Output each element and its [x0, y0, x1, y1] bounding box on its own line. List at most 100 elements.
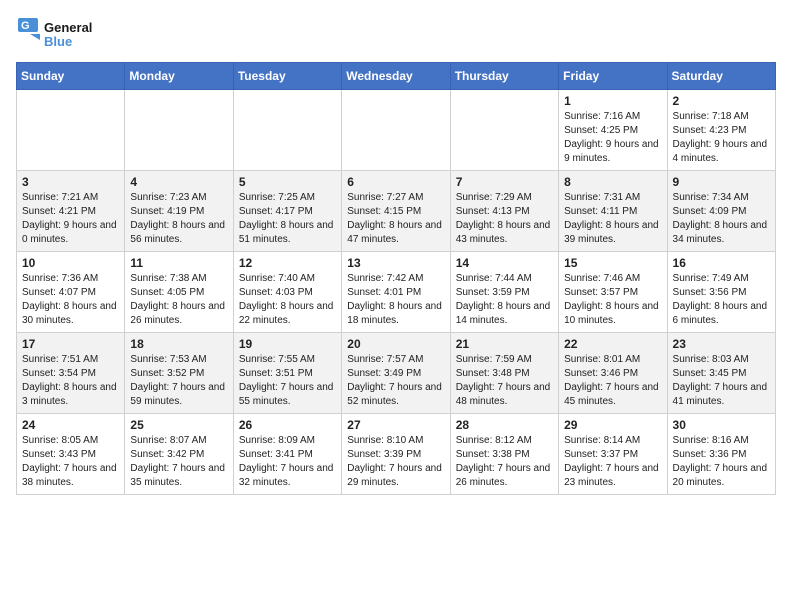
day-cell: 24 Sunrise: 8:05 AM Sunset: 3:43 PM Dayli… — [17, 414, 125, 495]
day-number: 22 — [564, 337, 661, 351]
day-cell — [233, 90, 341, 171]
week-row-2: 3Sunrise: 7:21 AM Sunset: 4:21 PM Daylig… — [17, 171, 776, 252]
page-header: General Blue G — [16, 16, 776, 52]
day-number: 12 — [239, 256, 336, 270]
day-info: Sunrise: 7:23 AM Sunset: 4:19 PM Dayligh… — [130, 191, 227, 247]
day-cell: 25 Sunrise: 8:07 AM Sunset: 3:42 PM Dayli… — [125, 414, 233, 495]
col-header-wednesday: Wednesday — [342, 63, 450, 90]
svg-text:G: G — [21, 20, 30, 32]
day-cell: 30 Sunrise: 8:16 AM Sunset: 3:36 PM Dayli… — [667, 414, 775, 495]
day-cell: 19 Sunrise: 7:55 AM Sunset: 3:51 PM Dayli… — [233, 333, 341, 414]
day-info: Sunrise: 7:31 AM Sunset: 4:11 PM Dayligh… — [564, 191, 661, 247]
day-number: 4 — [130, 175, 227, 189]
day-info: Sunrise: 7:51 AM Sunset: 3:54 PM Dayligh… — [22, 353, 119, 409]
logo-svg: General Blue G — [16, 16, 106, 52]
day-number: 8 — [564, 175, 661, 189]
day-number: 5 — [239, 175, 336, 189]
day-number: 23 — [673, 337, 770, 351]
day-number: 19 — [239, 337, 336, 351]
day-number: 21 — [456, 337, 553, 351]
col-header-saturday: Saturday — [667, 63, 775, 90]
day-cell: 3Sunrise: 7:21 AM Sunset: 4:21 PM Daylig… — [17, 171, 125, 252]
week-row-4: 17Sunrise: 7:51 AM Sunset: 3:54 PM Dayli… — [17, 333, 776, 414]
day-cell: 9 Sunrise: 7:34 AM Sunset: 4:09 PM Daylig… — [667, 171, 775, 252]
week-row-3: 10 Sunrise: 7:36 AM Sunset: 4:07 PM Dayli… — [17, 252, 776, 333]
day-info: Sunrise: 8:16 AM Sunset: 3:36 PM Dayligh… — [673, 434, 770, 490]
day-number: 26 — [239, 418, 336, 432]
day-info: Sunrise: 7:38 AM Sunset: 4:05 PM Dayligh… — [130, 272, 227, 328]
day-number: 13 — [347, 256, 444, 270]
day-info: Sunrise: 8:05 AM Sunset: 3:43 PM Dayligh… — [22, 434, 119, 490]
col-header-tuesday: Tuesday — [233, 63, 341, 90]
day-cell: 12 Sunrise: 7:40 AM Sunset: 4:03 PM Dayli… — [233, 252, 341, 333]
col-header-thursday: Thursday — [450, 63, 558, 90]
day-number: 9 — [673, 175, 770, 189]
day-info: Sunrise: 7:55 AM Sunset: 3:51 PM Dayligh… — [239, 353, 336, 409]
header-row: SundayMondayTuesdayWednesdayThursdayFrid… — [17, 63, 776, 90]
day-number: 6 — [347, 175, 444, 189]
day-number: 11 — [130, 256, 227, 270]
day-cell: 26 Sunrise: 8:09 AM Sunset: 3:41 PM Dayli… — [233, 414, 341, 495]
day-info: Sunrise: 7:44 AM Sunset: 3:59 PM Dayligh… — [456, 272, 553, 328]
day-cell: 13 Sunrise: 7:42 AM Sunset: 4:01 PM Dayli… — [342, 252, 450, 333]
svg-text:General: General — [44, 20, 92, 35]
day-cell: 18 Sunrise: 7:53 AM Sunset: 3:52 PM Dayli… — [125, 333, 233, 414]
day-info: Sunrise: 8:12 AM Sunset: 3:38 PM Dayligh… — [456, 434, 553, 490]
week-row-5: 24 Sunrise: 8:05 AM Sunset: 3:43 PM Dayli… — [17, 414, 776, 495]
day-info: Sunrise: 7:59 AM Sunset: 3:48 PM Dayligh… — [456, 353, 553, 409]
day-number: 7 — [456, 175, 553, 189]
day-number: 2 — [673, 94, 770, 108]
day-number: 27 — [347, 418, 444, 432]
day-number: 28 — [456, 418, 553, 432]
day-cell: 22 Sunrise: 8:01 AM Sunset: 3:46 PM Dayli… — [559, 333, 667, 414]
week-row-1: 1Sunrise: 7:16 AM Sunset: 4:25 PM Daylig… — [17, 90, 776, 171]
day-info: Sunrise: 7:36 AM Sunset: 4:07 PM Dayligh… — [22, 272, 119, 328]
day-cell: 6 Sunrise: 7:27 AM Sunset: 4:15 PM Daylig… — [342, 171, 450, 252]
day-info: Sunrise: 7:29 AM Sunset: 4:13 PM Dayligh… — [456, 191, 553, 247]
day-info: Sunrise: 7:34 AM Sunset: 4:09 PM Dayligh… — [673, 191, 770, 247]
day-number: 25 — [130, 418, 227, 432]
day-info: Sunrise: 7:25 AM Sunset: 4:17 PM Dayligh… — [239, 191, 336, 247]
day-cell — [125, 90, 233, 171]
day-cell: 23 Sunrise: 8:03 AM Sunset: 3:45 PM Dayli… — [667, 333, 775, 414]
day-info: Sunrise: 7:57 AM Sunset: 3:49 PM Dayligh… — [347, 353, 444, 409]
day-number: 24 — [22, 418, 119, 432]
day-cell: 4 Sunrise: 7:23 AM Sunset: 4:19 PM Daylig… — [125, 171, 233, 252]
logo: General Blue G — [16, 16, 106, 52]
day-number: 15 — [564, 256, 661, 270]
day-info: Sunrise: 7:40 AM Sunset: 4:03 PM Dayligh… — [239, 272, 336, 328]
day-info: Sunrise: 8:14 AM Sunset: 3:37 PM Dayligh… — [564, 434, 661, 490]
svg-text:Blue: Blue — [44, 34, 72, 49]
day-info: Sunrise: 7:46 AM Sunset: 3:57 PM Dayligh… — [564, 272, 661, 328]
day-info: Sunrise: 7:18 AM Sunset: 4:23 PM Dayligh… — [673, 110, 770, 166]
day-number: 20 — [347, 337, 444, 351]
day-number: 3 — [22, 175, 119, 189]
day-info: Sunrise: 7:53 AM Sunset: 3:52 PM Dayligh… — [130, 353, 227, 409]
day-cell: 10 Sunrise: 7:36 AM Sunset: 4:07 PM Dayli… — [17, 252, 125, 333]
day-info: Sunrise: 8:01 AM Sunset: 3:46 PM Dayligh… — [564, 353, 661, 409]
day-info: Sunrise: 8:03 AM Sunset: 3:45 PM Dayligh… — [673, 353, 770, 409]
col-header-friday: Friday — [559, 63, 667, 90]
day-cell: 11 Sunrise: 7:38 AM Sunset: 4:05 PM Dayli… — [125, 252, 233, 333]
calendar-table: SundayMondayTuesdayWednesdayThursdayFrid… — [16, 62, 776, 495]
day-cell: 1Sunrise: 7:16 AM Sunset: 4:25 PM Daylig… — [559, 90, 667, 171]
day-number: 16 — [673, 256, 770, 270]
day-info: Sunrise: 7:49 AM Sunset: 3:56 PM Dayligh… — [673, 272, 770, 328]
day-number: 10 — [22, 256, 119, 270]
day-info: Sunrise: 7:42 AM Sunset: 4:01 PM Dayligh… — [347, 272, 444, 328]
day-number: 30 — [673, 418, 770, 432]
day-cell: 20 Sunrise: 7:57 AM Sunset: 3:49 PM Dayli… — [342, 333, 450, 414]
day-cell: 16 Sunrise: 7:49 AM Sunset: 3:56 PM Dayli… — [667, 252, 775, 333]
day-info: Sunrise: 8:07 AM Sunset: 3:42 PM Dayligh… — [130, 434, 227, 490]
day-cell: 14Sunrise: 7:44 AM Sunset: 3:59 PM Dayli… — [450, 252, 558, 333]
day-cell: 27Sunrise: 8:10 AM Sunset: 3:39 PM Dayli… — [342, 414, 450, 495]
day-cell: 5 Sunrise: 7:25 AM Sunset: 4:17 PM Daylig… — [233, 171, 341, 252]
day-number: 18 — [130, 337, 227, 351]
day-info: Sunrise: 8:09 AM Sunset: 3:41 PM Dayligh… — [239, 434, 336, 490]
day-cell: 28 Sunrise: 8:12 AM Sunset: 3:38 PM Dayli… — [450, 414, 558, 495]
day-info: Sunrise: 7:27 AM Sunset: 4:15 PM Dayligh… — [347, 191, 444, 247]
day-cell: 17Sunrise: 7:51 AM Sunset: 3:54 PM Dayli… — [17, 333, 125, 414]
day-cell — [450, 90, 558, 171]
day-cell — [342, 90, 450, 171]
col-header-sunday: Sunday — [17, 63, 125, 90]
